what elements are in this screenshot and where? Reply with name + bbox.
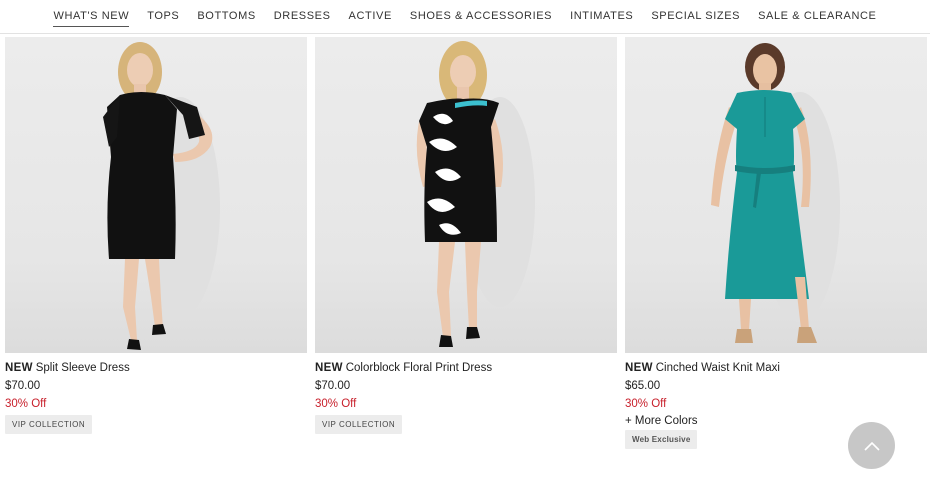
nav-item-bottoms[interactable]: BOTTOMS bbox=[188, 0, 264, 34]
product-discount: 30% Off bbox=[625, 398, 667, 410]
top-navigation: WHAT'S NEW TOPS BOTTOMS DRESSES ACTIVE S… bbox=[0, 0, 930, 34]
product-discount: 30% Off bbox=[315, 398, 357, 410]
product-discount: 30% Off bbox=[5, 398, 47, 410]
nav-item-sale-clearance[interactable]: SALE & CLEARANCE bbox=[749, 0, 885, 34]
product-price: $70.00 bbox=[5, 380, 41, 392]
nav-item-whats-new[interactable]: WHAT'S NEW bbox=[44, 0, 138, 34]
product-card: NEW Colorblock Floral Print Dress $70.00 … bbox=[315, 37, 617, 434]
product-title[interactable]: NEW Split Sleeve Dress bbox=[5, 362, 307, 374]
nav-item-dresses[interactable]: DRESSES bbox=[265, 0, 340, 34]
nav-item-shoes-accessories[interactable]: SHOES & ACCESSORIES bbox=[401, 0, 561, 34]
product-name: Cinched Waist Knit Maxi bbox=[655, 362, 780, 374]
product-card: NEW Split Sleeve Dress $70.00 30% Off VIP… bbox=[5, 37, 307, 434]
vip-collection-badge[interactable]: VIP COLLECTION bbox=[5, 415, 93, 434]
product-title[interactable]: NEW Colorblock Floral Print Dress bbox=[315, 362, 617, 374]
new-tag: NEW bbox=[315, 362, 343, 374]
product-card: NEW Cinched Waist Knit Maxi $65.00 30% Of… bbox=[625, 37, 927, 449]
product-image[interactable] bbox=[5, 37, 307, 353]
model-photo-black-dress bbox=[103, 42, 220, 350]
product-price: $65.00 bbox=[625, 380, 661, 392]
web-exclusive-badge[interactable]: Web Exclusive bbox=[625, 430, 698, 449]
product-name: Split Sleeve Dress bbox=[35, 362, 130, 374]
product-title[interactable]: NEW Cinched Waist Knit Maxi bbox=[625, 362, 927, 374]
back-to-top-button[interactable] bbox=[848, 422, 895, 469]
new-tag: NEW bbox=[5, 362, 33, 374]
product-image[interactable] bbox=[625, 37, 927, 353]
nav-item-active[interactable]: ACTIVE bbox=[340, 0, 401, 34]
nav-item-tops[interactable]: TOPS bbox=[138, 0, 188, 34]
model-photo-colorblock-dress bbox=[416, 41, 535, 347]
model-photo-teal-maxi bbox=[711, 43, 840, 343]
new-tag: NEW bbox=[625, 362, 653, 374]
product-image[interactable] bbox=[315, 37, 617, 353]
product-price: $70.00 bbox=[315, 380, 351, 392]
chevron-up-icon bbox=[863, 441, 880, 451]
nav-item-intimates[interactable]: INTIMATES bbox=[561, 0, 642, 34]
nav-item-special-sizes[interactable]: SPECIAL SIZES bbox=[642, 0, 749, 34]
vip-collection-badge[interactable]: VIP COLLECTION bbox=[315, 415, 403, 434]
product-name: Colorblock Floral Print Dress bbox=[345, 362, 493, 374]
